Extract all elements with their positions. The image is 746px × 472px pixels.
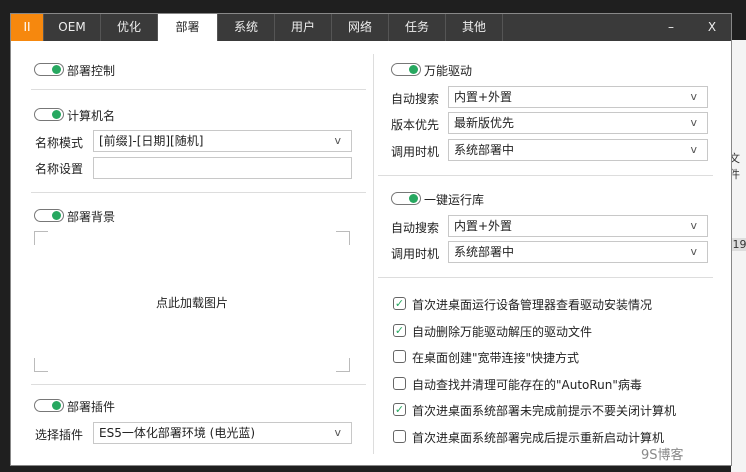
option-checkbox-row[interactable]: 首次进桌面系统部署完成后提示重新启动计算机 (393, 429, 713, 445)
background-toggle[interactable] (34, 209, 64, 222)
divider (31, 192, 366, 193)
checkbox-checked[interactable]: ✓ (393, 297, 406, 310)
tab-system[interactable]: 系统 (218, 14, 275, 41)
tab-task[interactable]: 任务 (389, 14, 446, 41)
select-value: 最新版优先 (454, 116, 515, 130)
tab-bar: II OEM 优化 部署 系统 用户 网络 任务 其他 – X (11, 14, 731, 41)
checkbox-unchecked[interactable] (393, 350, 406, 364)
tab-other[interactable]: 其他 (446, 14, 503, 41)
driver-search-select[interactable]: 内置+外置 v (448, 86, 708, 108)
driver-row-label: 调用时机 (391, 145, 440, 159)
driver-version-select[interactable]: 最新版优先 v (448, 112, 708, 134)
corner-mark (336, 231, 350, 245)
tab-oem[interactable]: OEM (44, 14, 101, 41)
option-label: 在桌面创建"宽带连接"快捷方式 (412, 351, 580, 366)
deploy-control-toggle[interactable] (34, 63, 64, 76)
option-label: 自动删除万能驱动解压的驱动文件 (412, 324, 593, 339)
plugin-select-label: 选择插件 (35, 428, 84, 442)
tab-deploy[interactable]: 部署 (158, 14, 218, 41)
plugin-label: 部署插件 (67, 400, 116, 414)
plugin-toggle[interactable] (34, 399, 64, 412)
runtime-label: 一键运行库 (424, 193, 485, 207)
plugin-value: ES5一体化部署环境 (电光蓝) (99, 426, 256, 440)
corner-mark (34, 358, 48, 372)
runtime-row-label: 调用时机 (391, 247, 440, 261)
close-button[interactable]: X (697, 14, 727, 41)
tab-user[interactable]: 用户 (275, 14, 332, 41)
chevron-down-icon: v (690, 116, 697, 129)
checkbox-checked[interactable]: ✓ (393, 403, 406, 417)
background-label: 部署背景 (67, 210, 116, 224)
checkbox-unchecked[interactable] (393, 376, 406, 390)
select-value: 系统部署中 (454, 143, 515, 157)
driver-label: 万能驱动 (424, 64, 473, 78)
column-divider (373, 54, 374, 454)
option-checkbox-row[interactable]: ✓ 自动删除万能驱动解压的驱动文件 (393, 323, 713, 339)
checkbox-unchecked[interactable] (393, 430, 406, 443)
tab-menu[interactable]: II (11, 14, 44, 41)
option-checkbox-row[interactable]: 在桌面创建"宽带连接"快捷方式 (393, 349, 713, 365)
runtime-timing-select[interactable]: 系统部署中 v (448, 241, 708, 263)
runtime-search-select[interactable]: 内置+外置 v (448, 215, 708, 237)
chevron-down-icon: v (690, 90, 697, 103)
plugin-select[interactable]: ES5一体化部署环境 (电光蓝) v (93, 422, 352, 444)
name-setting-label: 名称设置 (35, 162, 84, 176)
tab-optimize[interactable]: 优化 (101, 14, 158, 41)
chevron-down-icon: v (334, 134, 341, 147)
select-value: 系统部署中 (454, 245, 515, 259)
chevron-down-icon: v (334, 426, 341, 439)
tab-network[interactable]: 网络 (332, 14, 389, 41)
deploy-control-label: 部署控制 (67, 64, 116, 78)
chevron-down-icon: v (690, 143, 697, 156)
option-checkbox-row[interactable]: ✓ 首次进桌面系统部署未完成前提示不要关闭计算机 (393, 402, 713, 418)
corner-mark (34, 231, 48, 245)
name-mode-label: 名称模式 (35, 136, 84, 150)
runtime-toggle[interactable] (391, 192, 421, 205)
option-label: 首次进桌面系统部署未完成前提示不要关闭计算机 (412, 404, 677, 419)
select-value: 内置+外置 (454, 90, 513, 104)
divider (31, 89, 366, 90)
divider (378, 277, 713, 278)
name-mode-select[interactable]: [前缀]-[日期][随机] v (93, 130, 352, 152)
chevron-down-icon: v (690, 219, 697, 232)
divider (378, 175, 713, 176)
computer-name-toggle[interactable] (34, 108, 64, 121)
minimize-button[interactable]: – (656, 14, 686, 41)
option-label: 首次进桌面系统部署完成后提示重新启动计算机 (412, 431, 665, 445)
checkbox-checked[interactable]: ✓ (393, 323, 406, 337)
name-mode-value: [前缀]-[日期][随机] (99, 134, 204, 148)
option-checkbox-row[interactable]: 自动查找并清理可能存在的"AutoRun"病毒 (393, 376, 713, 392)
driver-row-label: 自动搜索 (391, 92, 440, 106)
option-checkbox-row[interactable]: ✓ 首次进桌面运行设备管理器查看驱动安装情况 (393, 296, 713, 312)
load-image-text: 点此加载图片 (155, 296, 228, 310)
app-window: II OEM 优化 部署 系统 用户 网络 任务 其他 – X 部署控制 计算机… (10, 13, 732, 466)
corner-mark (336, 358, 350, 372)
select-value: 内置+外置 (454, 219, 513, 233)
driver-toggle[interactable] (391, 63, 421, 76)
option-label: 自动查找并清理可能存在的"AutoRun"病毒 (412, 377, 642, 392)
driver-timing-select[interactable]: 系统部署中 v (448, 139, 708, 161)
background-window: 文件 .19 (729, 40, 746, 472)
computer-name-label: 计算机名 (67, 109, 116, 123)
driver-row-label: 版本优先 (391, 118, 440, 132)
runtime-row-label: 自动搜索 (391, 221, 440, 235)
watermark: 9S博客 (641, 448, 684, 463)
background-image-area[interactable]: 点此加载图片 (34, 231, 350, 372)
divider (31, 384, 366, 385)
option-label: 首次进桌面运行设备管理器查看驱动安装情况 (412, 298, 653, 312)
chevron-down-icon: v (690, 245, 697, 258)
name-setting-input[interactable] (93, 157, 352, 179)
